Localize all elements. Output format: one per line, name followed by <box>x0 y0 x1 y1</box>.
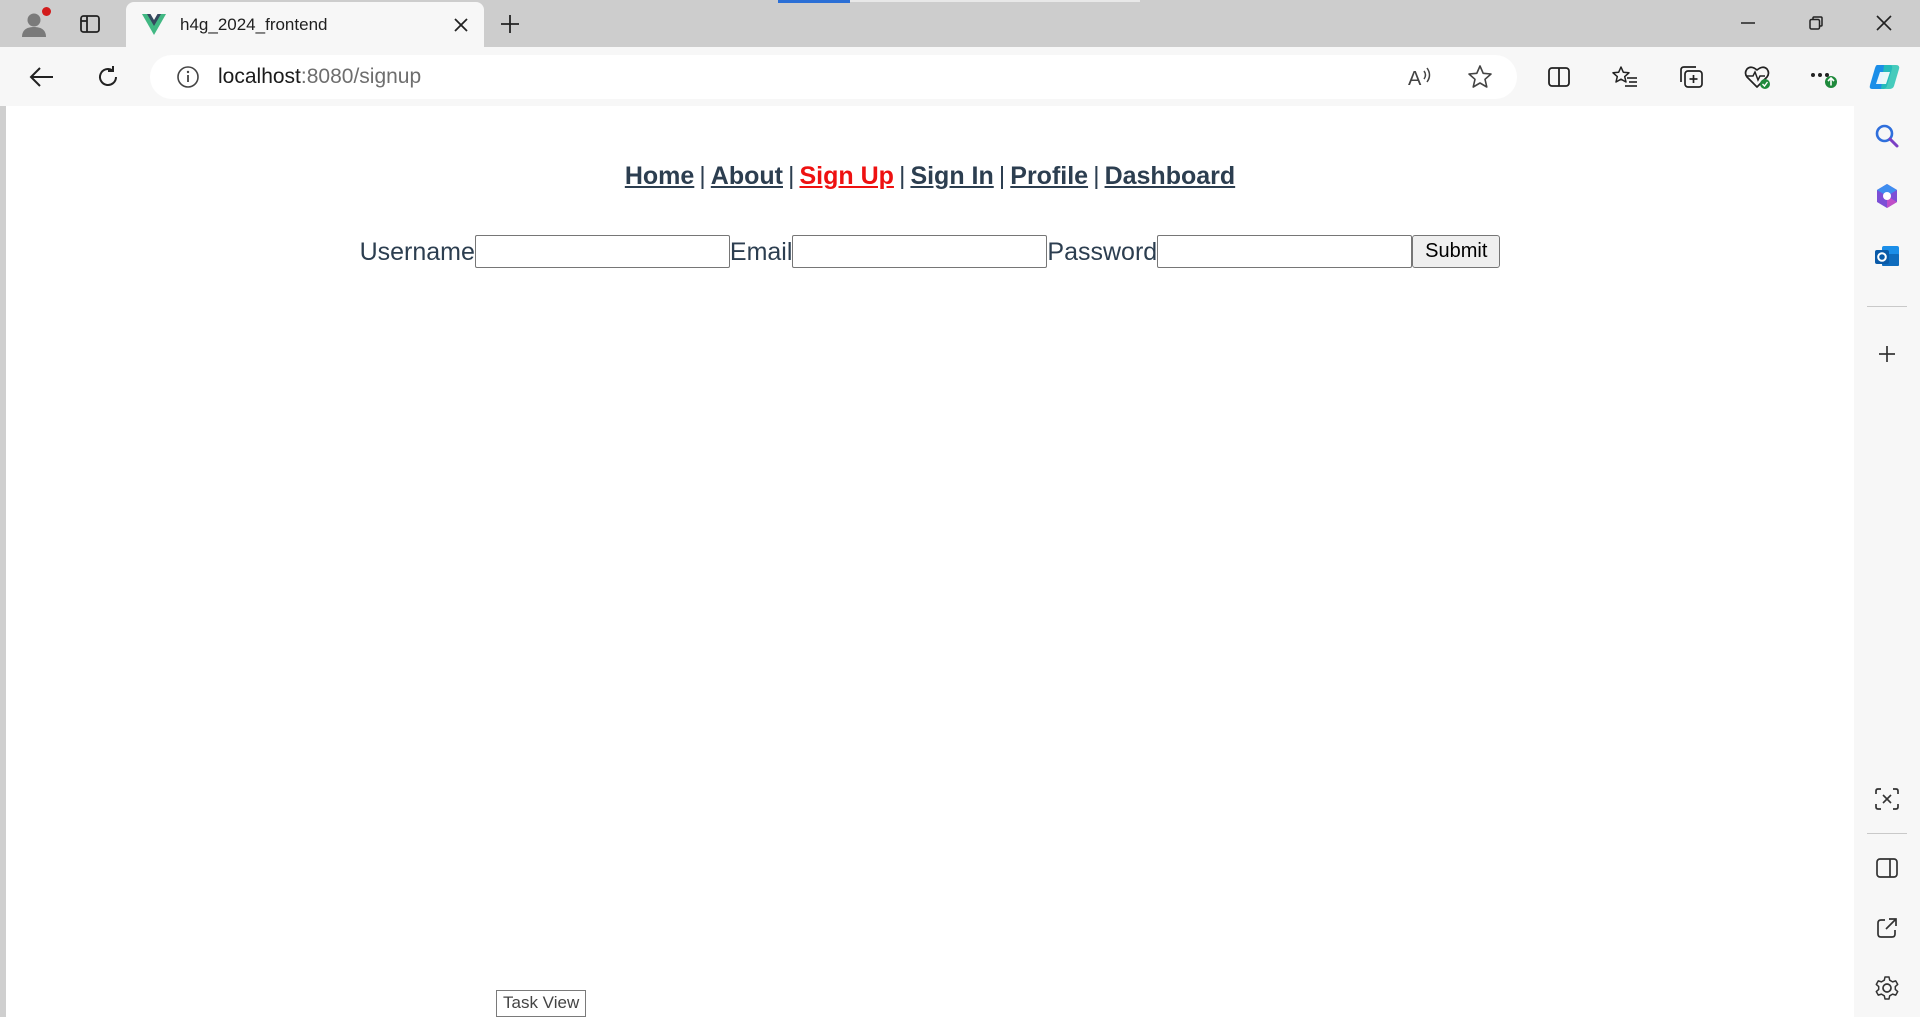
star-icon <box>1468 65 1492 88</box>
designer-icon <box>1877 184 1897 208</box>
url-host: localhost <box>218 65 301 88</box>
tab-close-icon[interactable] <box>446 10 476 40</box>
screenshot-icon <box>1875 788 1899 810</box>
svg-text:A: A <box>1408 68 1422 89</box>
plus-icon <box>501 15 519 33</box>
password-input[interactable] <box>1157 235 1413 268</box>
outlook-icon <box>1875 246 1899 266</box>
back-button[interactable] <box>22 57 62 97</box>
restore-button[interactable] <box>1782 0 1850 46</box>
nav-link-profile[interactable]: Profile <box>1010 162 1088 190</box>
browser-tab-active[interactable]: h4g_2024_frontend <box>126 2 484 47</box>
nav-link-signup[interactable]: Sign Up <box>800 162 894 190</box>
submit-button[interactable]: Submit <box>1412 235 1501 268</box>
split-screen-button[interactable] <box>1539 57 1579 97</box>
nav-separator: | <box>1093 162 1100 190</box>
plus-icon <box>1879 346 1895 362</box>
nav-link-about[interactable]: About <box>711 162 783 190</box>
sidebar-divider <box>1867 306 1907 307</box>
close-icon <box>1876 15 1892 31</box>
url-text[interactable]: localhost:8080/signup <box>218 65 421 89</box>
copilot-icon <box>1869 65 1900 89</box>
favorites-list-icon <box>1612 66 1637 87</box>
sidebar-add-button[interactable] <box>1867 334 1907 374</box>
profile-notification-badge <box>42 7 51 16</box>
back-arrow-icon <box>29 67 53 87</box>
loading-track <box>850 0 1140 2</box>
email-input[interactable] <box>792 235 1048 268</box>
nav-separator: | <box>788 162 795 190</box>
refresh-icon <box>99 66 117 86</box>
copilot-button[interactable] <box>1865 57 1905 97</box>
browser-essentials-button[interactable] <box>1737 57 1777 97</box>
loading-indicator <box>778 0 850 3</box>
signup-form: Username Email Password Submit <box>6 235 1854 268</box>
more-dots-icon <box>1811 73 1837 88</box>
refresh-button[interactable] <box>88 57 128 97</box>
sidebar-copilot-designer-button[interactable] <box>1867 176 1907 216</box>
sidebar-search-button[interactable] <box>1867 116 1907 156</box>
nav-link-dashboard[interactable]: Dashboard <box>1105 162 1236 190</box>
search-icon <box>1875 124 1899 148</box>
sidebar-hide-button[interactable] <box>1867 848 1907 888</box>
nav-separator: | <box>898 162 906 190</box>
minimize-button[interactable] <box>1714 0 1782 46</box>
task-view-tooltip: Task View <box>496 990 587 1017</box>
external-link-icon <box>1877 918 1897 938</box>
nav-link-home[interactable]: Home <box>625 162 694 190</box>
page-viewport: Home | About | Sign Up | Sign In | Profile | Dashb… <box>6 106 1854 1017</box>
tab-actions-button[interactable] <box>72 6 108 42</box>
url-path: :8080/signup <box>300 65 422 88</box>
gear-icon <box>1875 976 1899 1000</box>
tab-actions-icon <box>80 15 100 33</box>
nav-separator: | <box>699 162 706 190</box>
sidebar-divider <box>1867 833 1907 834</box>
collections-button[interactable] <box>1671 57 1711 97</box>
minimize-icon <box>1741 22 1755 24</box>
vue-logo-icon <box>142 13 166 37</box>
browser-toolbar: localhost:8080/signup A <box>0 47 1920 106</box>
tab-strip: h4g_2024_frontend <box>0 0 1920 47</box>
sidebar-open-external-button[interactable] <box>1867 908 1907 948</box>
password-label: Password <box>1047 237 1158 266</box>
close-window-button[interactable] <box>1850 0 1918 46</box>
username-input[interactable] <box>474 235 730 268</box>
email-label: Email <box>729 237 793 266</box>
collections-icon <box>1680 66 1703 88</box>
favorites-button[interactable] <box>1605 57 1645 97</box>
username-label: Username <box>359 237 475 266</box>
edge-sidebar <box>1854 106 1920 1017</box>
favorite-star-button[interactable] <box>1460 57 1500 97</box>
nav-separator: | <box>998 162 1006 190</box>
restore-icon <box>1809 16 1823 30</box>
new-tab-button[interactable] <box>492 6 528 42</box>
sidebar-outlook-button[interactable] <box>1867 236 1907 276</box>
tab-title: h4g_2024_frontend <box>180 14 328 34</box>
sidebar-panel-icon <box>1876 858 1898 878</box>
heartbeat-icon <box>1744 66 1770 89</box>
address-bar[interactable]: localhost:8080/signup A <box>150 55 1517 99</box>
site-info-icon[interactable] <box>175 64 201 90</box>
read-aloud-icon: A <box>1408 67 1431 89</box>
split-screen-icon <box>1548 67 1570 87</box>
sidebar-settings-button[interactable] <box>1867 968 1907 1008</box>
read-aloud-button[interactable]: A <box>1400 57 1440 97</box>
main-nav: Home | About | Sign Up | Sign In | Profile | Dashb… <box>6 162 1854 191</box>
settings-more-button[interactable] <box>1803 57 1843 97</box>
sidebar-screenshot-button[interactable] <box>1867 779 1907 819</box>
nav-link-signin[interactable]: Sign In <box>910 162 993 190</box>
